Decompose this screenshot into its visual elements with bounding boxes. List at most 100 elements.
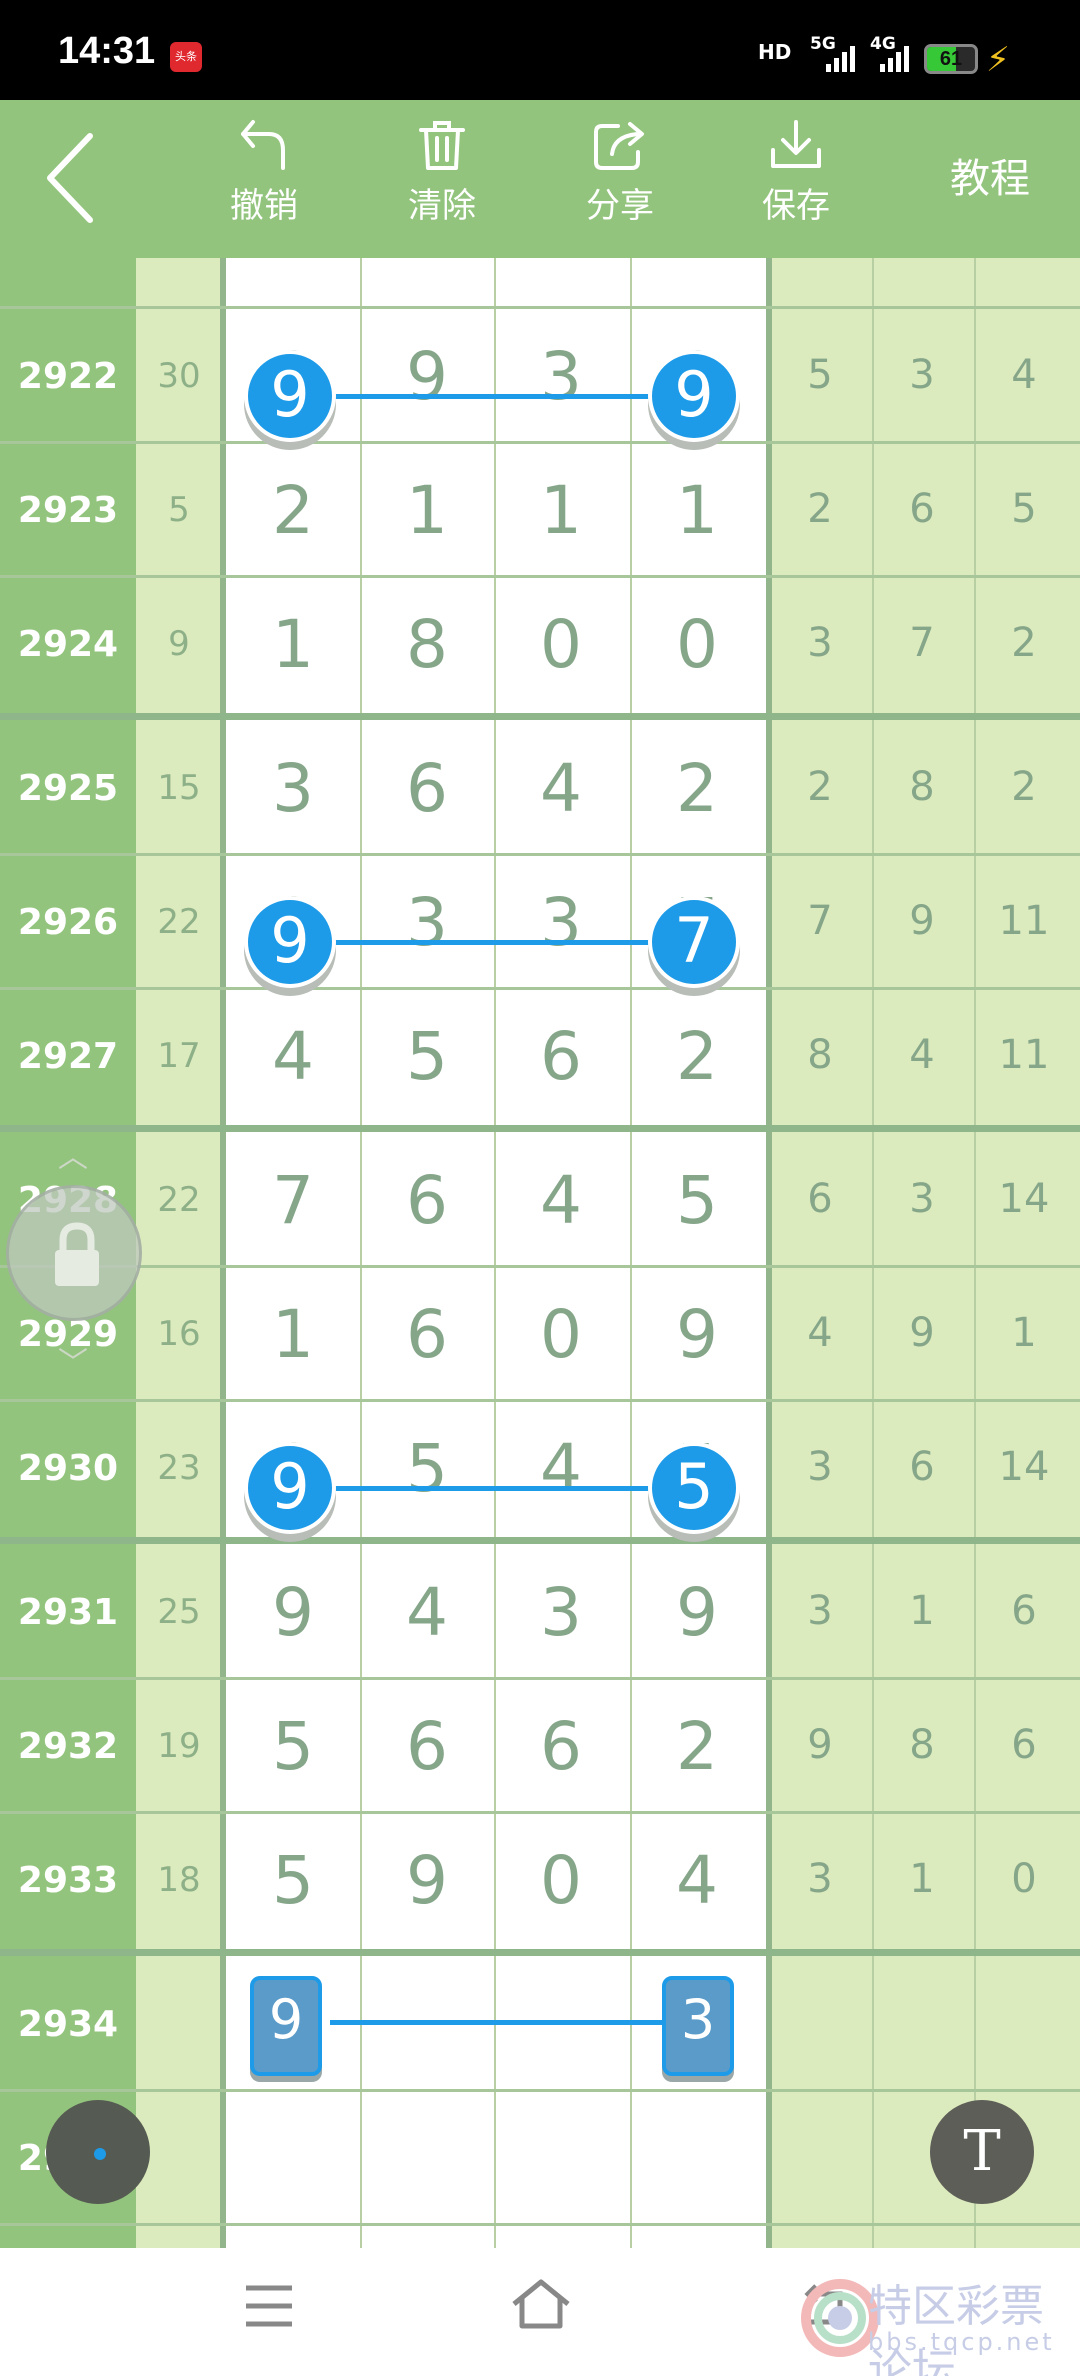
mark-connector-line — [330, 394, 670, 399]
stat-cell: 8 — [909, 764, 935, 810]
stat-cell: 3 — [807, 1588, 833, 1634]
digit-cell: 4 — [540, 1430, 582, 1507]
row-divider — [0, 1537, 1080, 1544]
digit-cell: 6 — [406, 1708, 448, 1785]
stat-cell: 2 — [1011, 620, 1037, 666]
stat-cell: 9 — [909, 898, 935, 944]
stat-cell: 1 — [909, 1588, 935, 1634]
pen-tool-button[interactable] — [46, 2100, 150, 2204]
digit-cell: 3 — [540, 338, 582, 415]
digit-cell: 2 — [676, 1708, 718, 1785]
stat-cell: 11 — [998, 898, 1050, 944]
marked-digit-circle[interactable]: 9 — [244, 1442, 336, 1534]
digit-cell: 4 — [676, 1842, 718, 1919]
stat-cell: 1 — [1011, 1310, 1037, 1356]
stat-cell: 4 — [1011, 352, 1037, 398]
tutorial-button[interactable]: 教程 — [925, 146, 1055, 206]
row-divider — [0, 1949, 1080, 1956]
issue-number: 2932 — [17, 1726, 119, 1767]
stat-cell: 2 — [807, 486, 833, 532]
undo-label: 撤销 — [230, 186, 298, 226]
pending-connector-line — [330, 2020, 670, 2025]
digit-cell: 2 — [676, 1018, 718, 1095]
marked-digit-circle[interactable]: 9 — [648, 350, 740, 442]
lock-icon — [55, 1222, 99, 1286]
row-divider — [0, 1677, 1080, 1680]
digit-cell: 6 — [406, 1162, 448, 1239]
stat-cell: 1 — [909, 1856, 935, 1902]
stat-cell: 3 — [807, 1856, 833, 1902]
digit-cell: 3 — [540, 1574, 582, 1651]
clear-button[interactable]: 清除 — [382, 118, 502, 238]
stat-cell: 3 — [909, 352, 935, 398]
download-icon — [771, 120, 821, 168]
lock-down-chevron-icon[interactable]: ﹀ — [58, 1338, 88, 1382]
digit-cell: 4 — [540, 750, 582, 827]
pending-digit-marker[interactable]: 3 — [662, 1976, 734, 2076]
lock-button[interactable] — [6, 1185, 142, 1321]
status-bar: 14:31 头条 HD 5G 4G 61 ⚡ — [0, 0, 1080, 100]
digit-cell: 9 — [406, 1842, 448, 1919]
stat-cell: 7 — [807, 898, 833, 944]
clear-label: 清除 — [408, 186, 476, 226]
text-tool-button[interactable]: T — [930, 2100, 1034, 2204]
digit-cell: 5 — [272, 1708, 314, 1785]
sum-value: 16 — [157, 1314, 201, 1354]
digit-cell: 3 — [406, 884, 448, 961]
back-button[interactable] — [40, 128, 120, 228]
sum-value: 9 — [168, 624, 190, 664]
stat-cell: 6 — [807, 1176, 833, 1222]
charging-icon: ⚡ — [986, 41, 1010, 79]
trash-icon — [419, 121, 465, 170]
undo-button[interactable]: 撤销 — [204, 118, 324, 238]
pen-color-dot — [94, 2148, 106, 2160]
digit-cell: 1 — [406, 472, 448, 549]
row-divider — [0, 1811, 1080, 1814]
menu-icon[interactable] — [244, 2284, 294, 2328]
save-button[interactable]: 保存 — [736, 118, 856, 238]
lock-up-chevron-icon[interactable]: ︿ — [58, 1132, 88, 1176]
hd-badge: HD — [758, 40, 792, 64]
digit-cell: 6 — [406, 1296, 448, 1373]
status-time: 14:31 — [58, 30, 156, 72]
digit-cell: 9 — [272, 1574, 314, 1651]
lottery-grid: 2922309939534292352111265292491800372292… — [0, 258, 1080, 2248]
row-divider — [0, 1265, 1080, 1268]
digit-cell: 0 — [540, 1296, 582, 1373]
digit-cell: 9 — [406, 338, 448, 415]
stat-cell: 2 — [807, 764, 833, 810]
stat-cell: 8 — [909, 1722, 935, 1768]
digit-cell: 1 — [272, 1296, 314, 1373]
pending-digit-marker[interactable]: 9 — [250, 1976, 322, 2076]
marked-digit-circle[interactable]: 5 — [648, 1442, 740, 1534]
issue-number: 2931 — [17, 1592, 119, 1633]
home-icon[interactable] — [510, 2278, 572, 2330]
sum-value: 5 — [168, 490, 190, 530]
marked-digit-circle[interactable]: 7 — [648, 896, 740, 988]
stat-cell: 3 — [909, 1176, 935, 1222]
toolbar: 撤销 清除 分享 保存 教程 — [0, 100, 1080, 258]
digit-cell: 6 — [406, 750, 448, 827]
marked-digit-circle[interactable]: 9 — [244, 896, 336, 988]
stat-cell: 4 — [909, 1032, 935, 1078]
digit-cell: 2 — [676, 750, 718, 827]
digit-cell: 0 — [540, 1842, 582, 1919]
digit-cell: 5 — [676, 1162, 718, 1239]
stat-cell: 7 — [909, 620, 935, 666]
stat-cell: 3 — [807, 1444, 833, 1490]
share-button[interactable]: 分享 — [560, 118, 680, 238]
share-icon — [594, 122, 644, 170]
stat-cell: 4 — [807, 1310, 833, 1356]
sum-value: 22 — [157, 902, 201, 942]
row-divider — [0, 2223, 1080, 2226]
row-divider — [0, 987, 1080, 990]
stat-cell: 6 — [1011, 1722, 1037, 1768]
marked-digit-circle[interactable]: 9 — [244, 350, 336, 442]
battery-level: 61 — [939, 48, 963, 70]
row-divider — [0, 441, 1080, 444]
undo-icon — [241, 120, 285, 170]
stat-cell: 6 — [909, 1444, 935, 1490]
stat-cell: 6 — [1011, 1588, 1037, 1634]
row-divider — [0, 853, 1080, 856]
digit-cell: 5 — [272, 1842, 314, 1919]
